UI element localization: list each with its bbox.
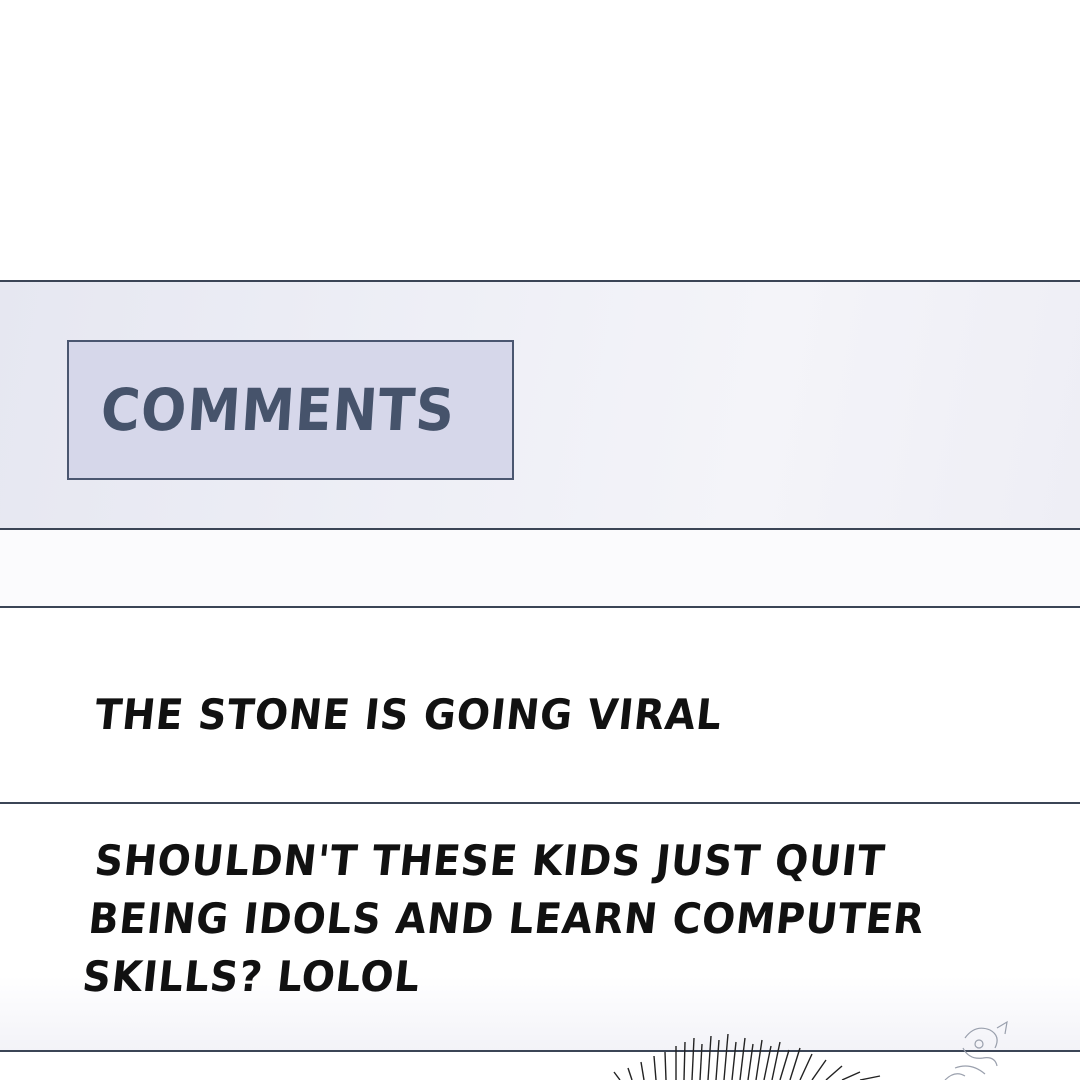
comment-text: SHOULDN'T THESE KIDS JUST QUIT BEING IDO… — [80, 836, 928, 1001]
top-blank-area — [0, 0, 1080, 280]
comments-tab-label: COMMENTS — [98, 376, 458, 444]
header-gap-strip — [0, 530, 1080, 608]
comment-text: THE STONE IS GOING VIRAL — [92, 690, 725, 739]
bottom-panel-strip — [0, 1052, 1080, 1080]
comments-tab[interactable]: COMMENTS — [67, 340, 514, 480]
comments-header-panel: COMMENTS — [0, 280, 1080, 530]
speed-lines-icon — [613, 1033, 881, 1080]
comment-item[interactable]: SHOULDN'T THESE KIDS JUST QUIT BEING IDO… — [0, 804, 1080, 1052]
comment-item[interactable]: THE STONE IS GOING VIRAL — [0, 608, 1080, 804]
sketch-figure-icon — [944, 1020, 1008, 1080]
